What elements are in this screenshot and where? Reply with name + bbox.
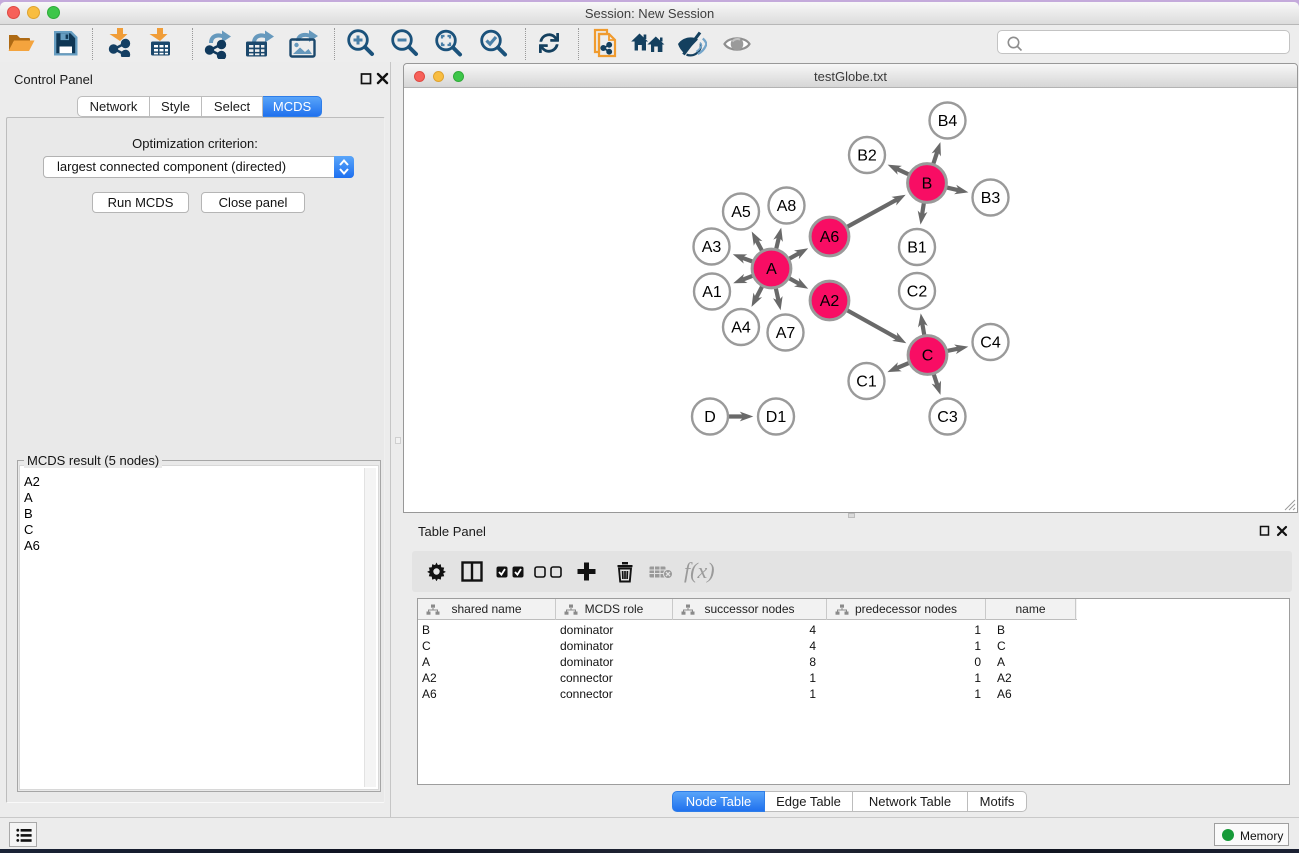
svg-text:B2: B2 [857,148,877,165]
svg-text:A2: A2 [820,293,840,310]
svg-text:A: A [766,261,777,278]
svg-text:A4: A4 [731,320,751,337]
svg-text:A1: A1 [702,284,722,301]
svg-text:C: C [922,348,934,365]
svg-text:C3: C3 [937,409,958,426]
svg-text:B: B [922,176,933,193]
svg-text:D: D [704,409,716,426]
svg-text:C1: C1 [856,374,877,391]
svg-text:C4: C4 [980,335,1001,352]
svg-text:B3: B3 [981,190,1001,207]
svg-text:D1: D1 [766,409,787,426]
svg-text:A7: A7 [776,325,796,342]
svg-text:A8: A8 [777,198,797,215]
svg-text:A6: A6 [820,229,840,246]
svg-text:C2: C2 [907,284,928,301]
svg-text:B4: B4 [938,113,958,130]
svg-text:A5: A5 [731,204,751,221]
svg-text:B1: B1 [907,240,927,257]
svg-text:A3: A3 [702,239,722,256]
